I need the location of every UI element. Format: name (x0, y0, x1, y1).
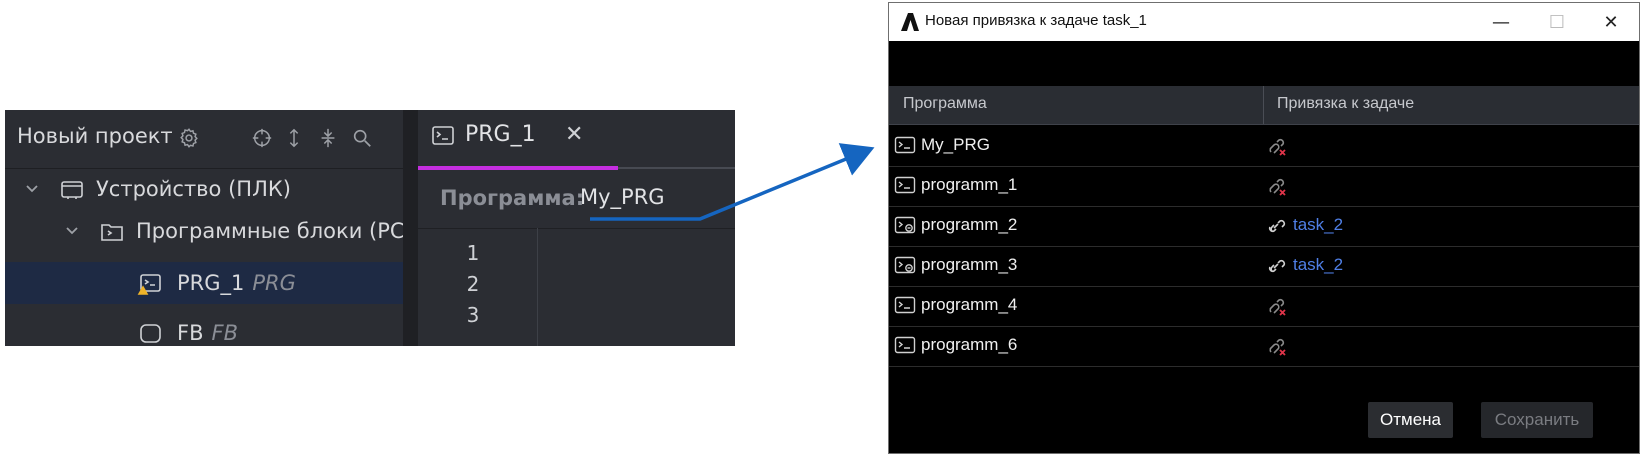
tree-item-label: FB FB (177, 321, 238, 345)
program-icon (894, 176, 916, 194)
table-row[interactable]: programm_6 (889, 325, 1639, 367)
tab-close-icon[interactable]: ✕ (565, 122, 583, 147)
tab-prg1[interactable]: PRG_1 ✕ (418, 110, 618, 168)
save-button[interactable]: Сохранить (1481, 402, 1593, 438)
program-icon (894, 136, 916, 154)
program-name: programm_4 (921, 295, 1018, 314)
function-block-icon (140, 324, 161, 343)
program-value[interactable]: My_PRG (580, 185, 665, 209)
unlinked-icon[interactable] (1266, 336, 1288, 356)
unlinked-icon[interactable] (1266, 296, 1288, 316)
program-icon (432, 126, 454, 145)
program-warning-icon (137, 274, 161, 295)
expand-all-icon[interactable] (282, 126, 306, 150)
device-icon (61, 181, 83, 199)
program-icon (894, 296, 916, 314)
table-header: Программа Привязка к задаче (889, 86, 1639, 125)
table-row[interactable]: programm_2 task_2 (889, 205, 1639, 247)
table-row[interactable]: programm_4 (889, 285, 1639, 327)
program-linked-icon (894, 256, 916, 274)
program-name: My_PRG (921, 135, 990, 154)
minimize-button[interactable]: — (1473, 3, 1529, 41)
tree-item-fb[interactable]: FB FB (5, 312, 403, 346)
gutter-divider (537, 228, 538, 346)
program-name: programm_2 (921, 215, 1018, 234)
binding-dialog: Новая привязка к задаче task_1 — ☐ ✕ Про… (888, 2, 1640, 454)
project-header: Новый проект (5, 110, 403, 169)
program-field-row: Программа: My_PRG (418, 170, 735, 229)
task-link[interactable]: task_2 (1293, 215, 1343, 235)
task-link[interactable]: task_2 (1293, 255, 1343, 275)
panel-splitter[interactable] (403, 110, 418, 346)
program-linked-icon (894, 216, 916, 234)
table-row[interactable]: programm_1 (889, 165, 1639, 207)
dialog-title: Новая привязка к задаче task_1 (925, 12, 1147, 29)
app-logo-icon (901, 13, 919, 31)
settings-icon[interactable] (177, 126, 201, 150)
program-name: programm_3 (921, 255, 1018, 274)
close-button[interactable]: ✕ (1583, 3, 1639, 41)
program-name: programm_1 (921, 175, 1018, 194)
line-number: 3 (466, 303, 480, 327)
tree-item-label: Программные блоки (PC (136, 219, 405, 243)
dialog-titlebar[interactable]: Новая привязка к задаче task_1 — ☐ ✕ (889, 3, 1639, 41)
maximize-button[interactable]: ☐ (1529, 3, 1585, 41)
chevron-down-icon[interactable] (23, 180, 41, 198)
tree-item-prg1[interactable]: PRG_1 PRG (5, 262, 403, 304)
project-panel: Новый проект Устройство (ПЛК) Программны… (5, 110, 405, 346)
collapse-all-icon[interactable] (316, 126, 340, 150)
unlinked-icon[interactable] (1266, 136, 1288, 156)
editor-panel: PRG_1 ✕ Программа: My_PRG 1 2 3 (418, 110, 735, 346)
tree-item-device[interactable]: Устройство (ПЛК) (5, 168, 403, 210)
column-header-binding[interactable]: Привязка к задаче (1277, 95, 1414, 113)
tree-item-label: PRG_1 PRG (177, 271, 296, 295)
program-label: Программа: (440, 186, 585, 210)
tab-label: PRG_1 (465, 122, 536, 147)
tab-bar-divider (618, 167, 735, 169)
program-icon (894, 336, 916, 354)
ide-fragment: Новый проект Устройство (ПЛК) Программны… (5, 110, 735, 346)
unlinked-icon[interactable] (1266, 176, 1288, 196)
table-row[interactable]: My_PRG (889, 125, 1639, 167)
link-icon[interactable] (1266, 216, 1288, 236)
search-icon[interactable] (350, 126, 374, 150)
link-icon[interactable] (1266, 256, 1288, 276)
folder-icon (101, 224, 123, 241)
tree-item-program-blocks[interactable]: Программные блоки (PC (5, 210, 405, 252)
chevron-down-icon[interactable] (63, 222, 81, 240)
locate-icon[interactable] (250, 126, 274, 150)
table-row[interactable]: programm_3 task_2 (889, 245, 1639, 287)
line-number: 2 (466, 272, 480, 296)
line-number: 1 (466, 241, 480, 265)
program-name: programm_6 (921, 335, 1018, 354)
project-title: Новый проект (17, 124, 173, 148)
column-header-program[interactable]: Программа (903, 95, 987, 113)
column-divider[interactable] (1263, 86, 1264, 124)
cancel-button[interactable]: Отмена (1368, 402, 1453, 438)
tree-item-label: Устройство (ПЛК) (96, 177, 291, 201)
